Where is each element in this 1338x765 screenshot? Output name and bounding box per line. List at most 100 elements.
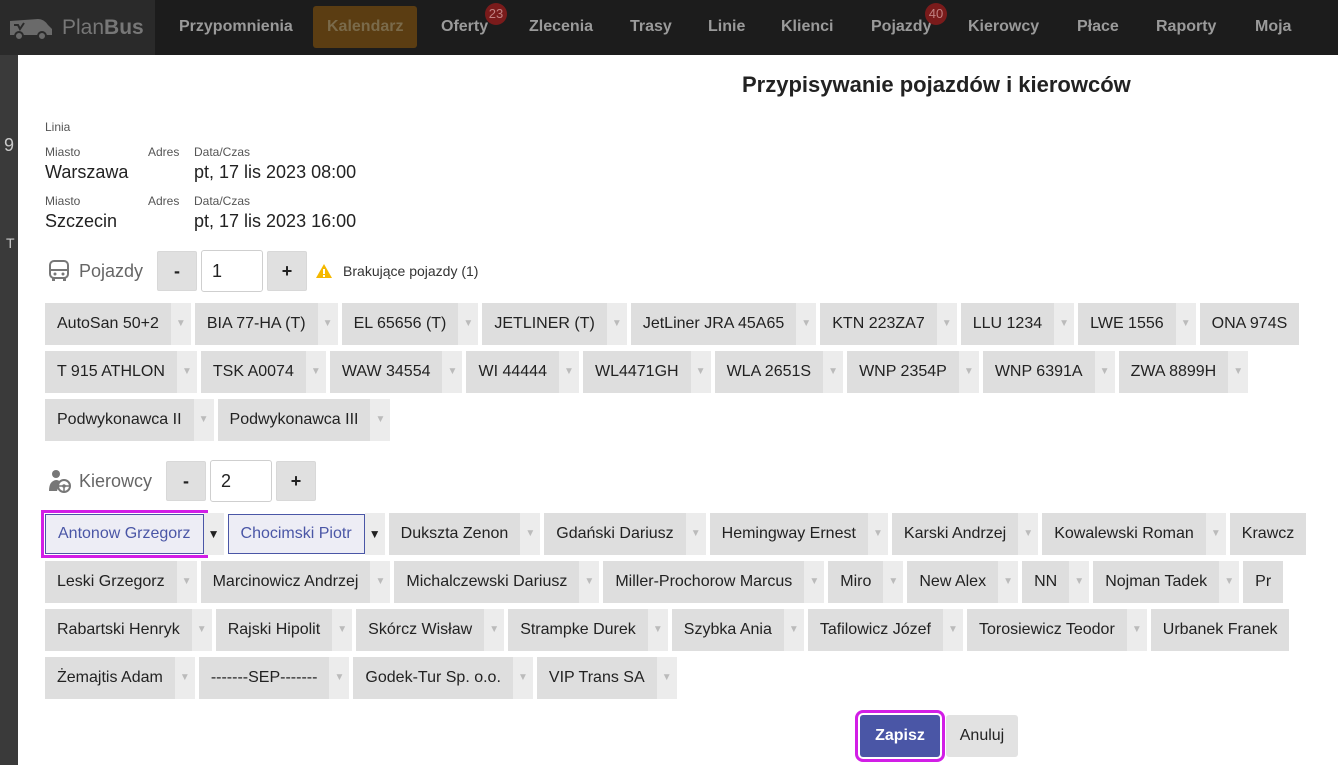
cancel-button[interactable]: Anuluj bbox=[946, 715, 1018, 757]
vehicle-option[interactable]: ZWA 8899H ▼ bbox=[1118, 351, 1249, 393]
chevron-down-icon[interactable]: ▼ bbox=[520, 513, 541, 555]
chevron-down-icon[interactable]: ▼ bbox=[1054, 303, 1075, 345]
driver-option[interactable]: Dukszta Zenon ▼ bbox=[388, 513, 541, 555]
vehicle-option[interactable]: WL4471GH ▼ bbox=[582, 351, 711, 393]
chevron-down-icon[interactable]: ▼ bbox=[1205, 513, 1226, 555]
vehicle-option[interactable]: WAW 34554 ▼ bbox=[329, 351, 463, 393]
driver-option[interactable]: -------SEP------- ▼ bbox=[198, 657, 350, 699]
vehicle-option[interactable]: WLA 2651S ▼ bbox=[714, 351, 844, 393]
driver-option[interactable]: Gdański Dariusz ▼ bbox=[544, 513, 706, 555]
driver-option[interactable]: Hemingway Ernest ▼ bbox=[709, 513, 888, 555]
driver-option[interactable]: Pr bbox=[1243, 561, 1284, 603]
caret-down-icon[interactable]: ▼ bbox=[364, 513, 385, 555]
chevron-down-icon[interactable]: ▼ bbox=[512, 657, 533, 699]
nav-zlecenia[interactable]: Zlecenia bbox=[515, 6, 607, 48]
vehicles-count-input[interactable]: 1 bbox=[201, 250, 264, 292]
driver-option[interactable]: Strampke Durek ▼ bbox=[508, 609, 668, 651]
chevron-down-icon[interactable]: ▼ bbox=[883, 561, 904, 603]
nav-kierowcy[interactable]: Kierowcy bbox=[954, 6, 1053, 48]
chevron-down-icon[interactable]: ▼ bbox=[442, 351, 463, 393]
chevron-down-icon[interactable]: ▼ bbox=[804, 561, 825, 603]
chevron-down-icon[interactable]: ▼ bbox=[685, 513, 706, 555]
chevron-down-icon[interactable]: ▼ bbox=[176, 561, 197, 603]
chevron-down-icon[interactable]: ▼ bbox=[317, 303, 338, 345]
chevron-down-icon[interactable]: ▼ bbox=[484, 609, 505, 651]
chevron-down-icon[interactable]: ▼ bbox=[176, 351, 197, 393]
chevron-down-icon[interactable]: ▼ bbox=[170, 303, 191, 345]
driver-option[interactable]: Nojman Tadek ▼ bbox=[1093, 561, 1240, 603]
chevron-down-icon[interactable]: ▼ bbox=[1126, 609, 1147, 651]
nav-oferty[interactable]: Oferty 23 bbox=[427, 3, 507, 48]
vehicle-option[interactable]: AutoSan 50+2 ▼ bbox=[45, 303, 191, 345]
chevron-down-icon[interactable]: ▼ bbox=[1018, 513, 1039, 555]
chevron-down-icon[interactable]: ▼ bbox=[1219, 561, 1240, 603]
driver-option[interactable]: Marcinowicz Andrzej ▼ bbox=[200, 561, 391, 603]
nav-moja-firma[interactable]: Moja firma bbox=[1241, 6, 1338, 77]
vehicle-option[interactable]: Podwykonawca II ▼ bbox=[45, 399, 214, 441]
vehicle-option[interactable]: TSK A0074 ▼ bbox=[200, 351, 326, 393]
chevron-down-icon[interactable]: ▼ bbox=[329, 657, 350, 699]
chevron-down-icon[interactable]: ▼ bbox=[998, 561, 1019, 603]
driver-option[interactable]: Leski Grzegorz ▼ bbox=[45, 561, 197, 603]
nav-trasy[interactable]: Trasy bbox=[616, 6, 686, 48]
vehicle-option[interactable]: WNP 6391A ▼ bbox=[982, 351, 1115, 393]
chevron-down-icon[interactable]: ▼ bbox=[656, 657, 677, 699]
planbus-logo[interactable]: PlanBus bbox=[0, 0, 155, 55]
chevron-down-icon[interactable]: ▼ bbox=[943, 609, 963, 651]
chevron-down-icon[interactable]: ▼ bbox=[823, 351, 844, 393]
nav-kalendarz[interactable]: Kalendarz bbox=[313, 6, 418, 48]
vehicle-option[interactable]: T 915 ATHLON ▼ bbox=[45, 351, 197, 393]
chevron-down-icon[interactable]: ▼ bbox=[867, 513, 888, 555]
chevron-down-icon[interactable]: ▼ bbox=[458, 303, 479, 345]
nav-linie[interactable]: Linie bbox=[694, 6, 759, 48]
vehicle-option[interactable]: WI 44444 ▼ bbox=[466, 351, 579, 393]
chevron-down-icon[interactable]: ▼ bbox=[370, 399, 391, 441]
chevron-down-icon[interactable]: ▼ bbox=[796, 303, 817, 345]
chevron-down-icon[interactable]: ▼ bbox=[579, 561, 600, 603]
chevron-down-icon[interactable]: ▼ bbox=[191, 609, 212, 651]
vehicle-option[interactable]: EL 65656 (T) ▼ bbox=[341, 303, 479, 345]
nav-raporty[interactable]: Raporty bbox=[1142, 6, 1230, 48]
driver-option[interactable]: Torosiewicz Teodor ▼ bbox=[967, 609, 1147, 651]
vehicle-option[interactable]: JETLINER (T) ▼ bbox=[482, 303, 627, 345]
driver-option[interactable]: Karski Andrzej ▼ bbox=[891, 513, 1039, 555]
vehicle-option[interactable]: LWE 1556 ▼ bbox=[1078, 303, 1196, 345]
chevron-down-icon[interactable]: ▼ bbox=[332, 609, 353, 651]
driver-option[interactable]: Miller-Prochorow Marcus ▼ bbox=[603, 561, 825, 603]
vehicle-option[interactable]: Podwykonawca III ▼ bbox=[217, 399, 391, 441]
vehicle-option[interactable]: JetLiner JRA 45A65 ▼ bbox=[630, 303, 817, 345]
chevron-down-icon[interactable]: ▼ bbox=[1228, 351, 1249, 393]
chevron-down-icon[interactable]: ▼ bbox=[193, 399, 214, 441]
driver-option-selected[interactable]: Antonow Grzegorz ▼ bbox=[41, 510, 224, 558]
driver-option[interactable]: Żemajtis Adam ▼ bbox=[45, 657, 195, 699]
chevron-down-icon[interactable]: ▼ bbox=[783, 609, 804, 651]
driver-option[interactable]: Miro ▼ bbox=[828, 561, 904, 603]
chevron-down-icon[interactable]: ▼ bbox=[558, 351, 579, 393]
driver-option-selected[interactable]: Chocimski Piotr ▼ bbox=[227, 513, 385, 555]
nav-pojazdy[interactable]: Pojazdy 40 bbox=[857, 3, 947, 48]
driver-option[interactable]: VIP Trans SA ▼ bbox=[536, 657, 677, 699]
vehicle-option[interactable]: ONA 974S bbox=[1199, 303, 1300, 345]
chevron-down-icon[interactable]: ▼ bbox=[690, 351, 711, 393]
driver-option[interactable]: Tafilowicz Józef ▼ bbox=[807, 609, 963, 651]
drivers-increment-button[interactable]: + bbox=[276, 461, 317, 501]
drivers-decrement-button[interactable]: - bbox=[166, 461, 207, 501]
driver-option[interactable]: Kowalewski Roman ▼ bbox=[1042, 513, 1226, 555]
vehicle-option[interactable]: KTN 223ZA7 ▼ bbox=[820, 303, 957, 345]
chevron-down-icon[interactable]: ▼ bbox=[370, 561, 391, 603]
driver-option[interactable]: Godek-Tur Sp. o.o. ▼ bbox=[353, 657, 533, 699]
driver-option[interactable]: NN ▼ bbox=[1022, 561, 1090, 603]
vehicle-option[interactable]: BIA 77-HA (T) ▼ bbox=[194, 303, 338, 345]
drivers-count-input[interactable]: 2 bbox=[210, 460, 273, 502]
chevron-down-icon[interactable]: ▼ bbox=[1094, 351, 1115, 393]
vehicles-decrement-button[interactable]: - bbox=[157, 251, 198, 291]
caret-down-icon[interactable]: ▼ bbox=[203, 513, 224, 555]
nav-klienci[interactable]: Klienci bbox=[767, 6, 847, 48]
driver-option[interactable]: Krawcz bbox=[1229, 513, 1307, 555]
save-button[interactable]: Zapisz bbox=[855, 710, 945, 762]
driver-option[interactable]: New Alex ▼ bbox=[907, 561, 1019, 603]
chevron-down-icon[interactable]: ▼ bbox=[1069, 561, 1090, 603]
nav-place[interactable]: Płace bbox=[1063, 6, 1133, 48]
chevron-down-icon[interactable]: ▼ bbox=[174, 657, 195, 699]
driver-option[interactable]: Rabartski Henryk ▼ bbox=[45, 609, 212, 651]
